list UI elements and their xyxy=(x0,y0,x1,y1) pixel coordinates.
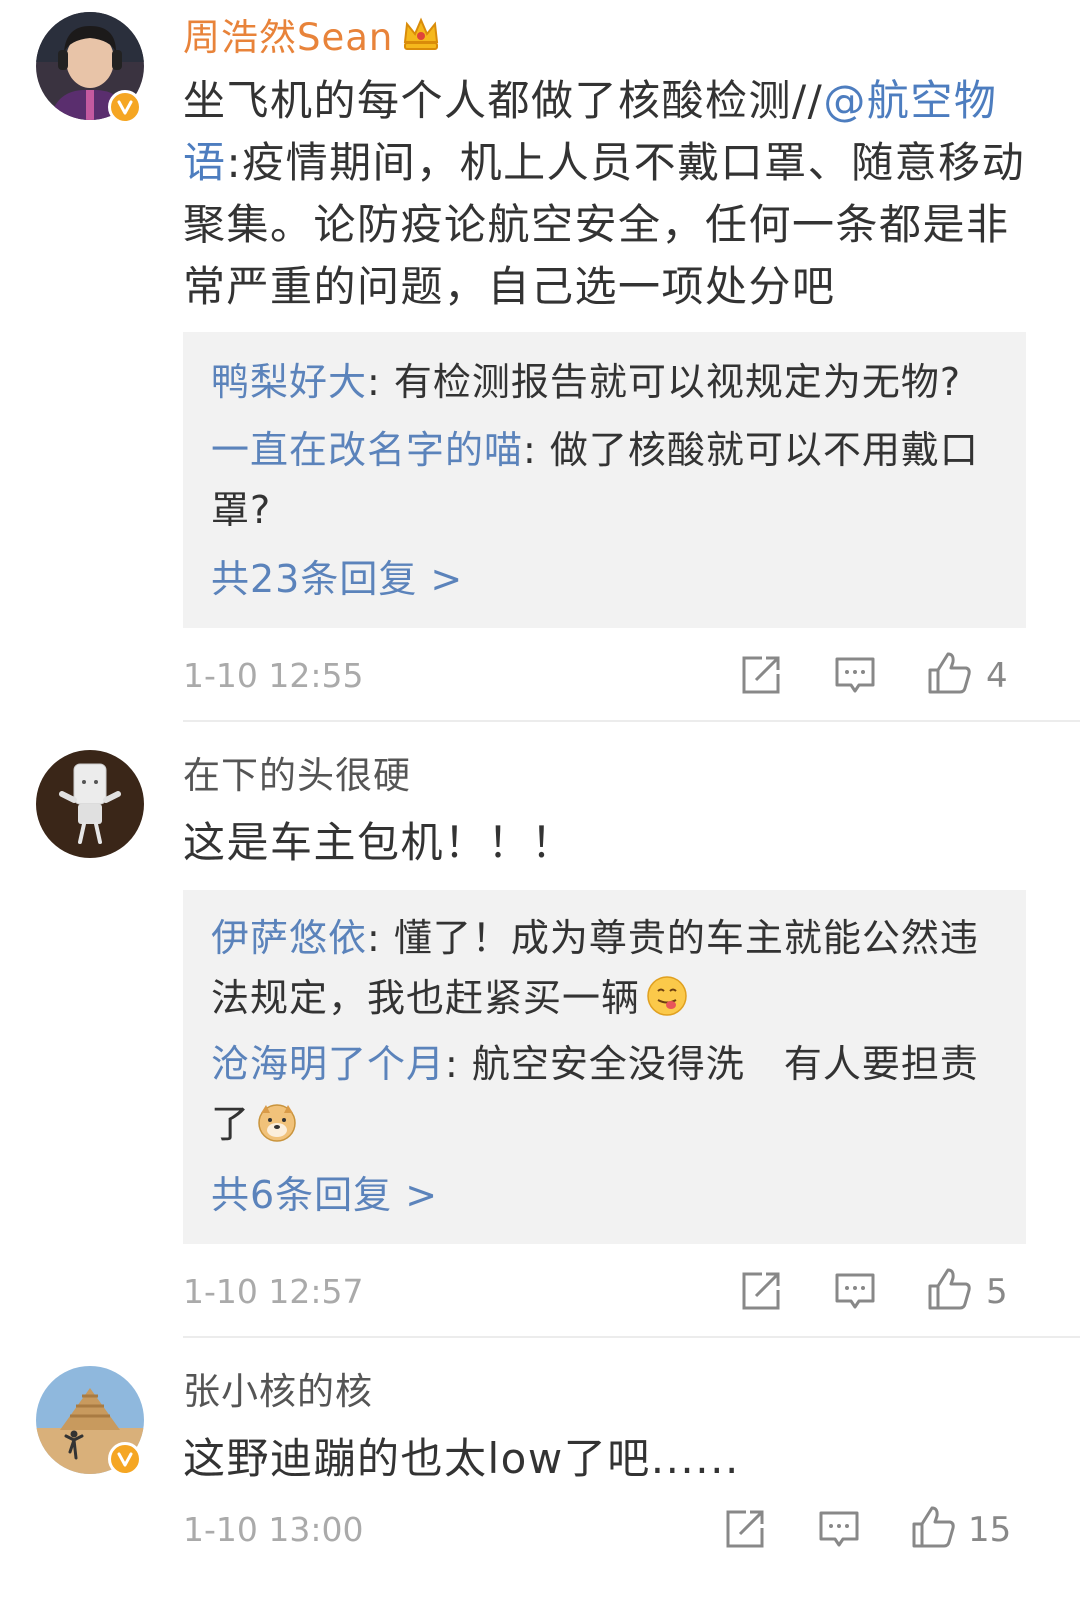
more-replies-link[interactable]: 共23条回复 > xyxy=(211,554,463,604)
like-icon[interactable] xyxy=(926,1266,972,1312)
timestamp: 1-10 12:57 xyxy=(183,1272,364,1311)
reply-username[interactable]: 沧海明了个月 xyxy=(211,1042,445,1086)
username[interactable]: 周浩然Sean xyxy=(183,14,441,60)
tongue-emoji xyxy=(646,974,688,1016)
share-icon[interactable] xyxy=(738,652,784,698)
like-count: 15 xyxy=(968,1510,1012,1550)
comment-icon[interactable] xyxy=(832,1268,878,1314)
verified-badge-icon xyxy=(108,1442,142,1476)
comment-body: 坐飞机的每个人都做了核酸检测//@航空物语:疫情期间，机上人员不戴口罩、随意移动… xyxy=(183,76,1026,311)
comment-icon[interactable] xyxy=(832,652,878,698)
reply-box: 伊萨悠依: 懂了！成为尊贵的车主就能公然违法规定，我也赶紧买一辆 沧海明了个月:… xyxy=(183,890,1026,1244)
like-count: 4 xyxy=(986,656,1008,696)
doge-emoji xyxy=(256,1100,298,1142)
reply-item[interactable]: 沧海明了个月: 航空安全没得洗 有人要担责了 xyxy=(211,1034,1001,1154)
share-icon[interactable] xyxy=(722,1506,768,1552)
comment-item: 在下的头很硬 这是车主包机！！！ 伊萨悠依: 懂了！成为尊贵的车主就能公然违法规… xyxy=(0,722,1080,1338)
comment-body: 这是车主包机！！！ xyxy=(183,818,575,867)
share-icon[interactable] xyxy=(738,1268,784,1314)
avatar[interactable] xyxy=(36,750,144,858)
timestamp: 1-10 13:00 xyxy=(183,1510,364,1549)
crown-icon xyxy=(401,14,441,54)
timestamp: 1-10 12:55 xyxy=(183,656,364,695)
like-icon[interactable] xyxy=(910,1504,956,1550)
reply-username[interactable]: 伊萨悠依 xyxy=(211,916,367,960)
comment-icon[interactable] xyxy=(816,1506,862,1552)
username[interactable]: 在下的头很硬 xyxy=(183,754,411,798)
like-icon[interactable] xyxy=(926,650,972,696)
comment-item: 张小核的核 这野迪蹦的也太low了吧...... 1-10 13:00 15 xyxy=(0,1338,1080,1622)
like-count: 5 xyxy=(986,1272,1008,1312)
more-replies-link[interactable]: 共6条回复 > xyxy=(211,1170,438,1220)
verified-badge-icon xyxy=(108,90,142,124)
username[interactable]: 张小核的核 xyxy=(183,1370,373,1414)
reply-item[interactable]: 一直在改名字的喵: 做了核酸就可以不用戴口罩? xyxy=(211,420,1001,540)
comment-item: 周浩然Sean 坐飞机的每个人都做了核酸检测//@航空物语:疫情期间，机上人员不… xyxy=(0,0,1080,722)
reply-username[interactable]: 一直在改名字的喵 xyxy=(211,428,523,472)
reply-item[interactable]: 鸭梨好大: 有检测报告就可以视规定为无物? xyxy=(211,352,1001,412)
reply-box: 鸭梨好大: 有检测报告就可以视规定为无物? 一直在改名字的喵: 做了核酸就可以不… xyxy=(183,332,1026,628)
reply-item[interactable]: 伊萨悠依: 懂了！成为尊贵的车主就能公然违法规定，我也赶紧买一辆 xyxy=(211,908,1001,1028)
reply-username[interactable]: 鸭梨好大 xyxy=(211,360,367,404)
comment-body: 这野迪蹦的也太low了吧...... xyxy=(183,1434,740,1483)
